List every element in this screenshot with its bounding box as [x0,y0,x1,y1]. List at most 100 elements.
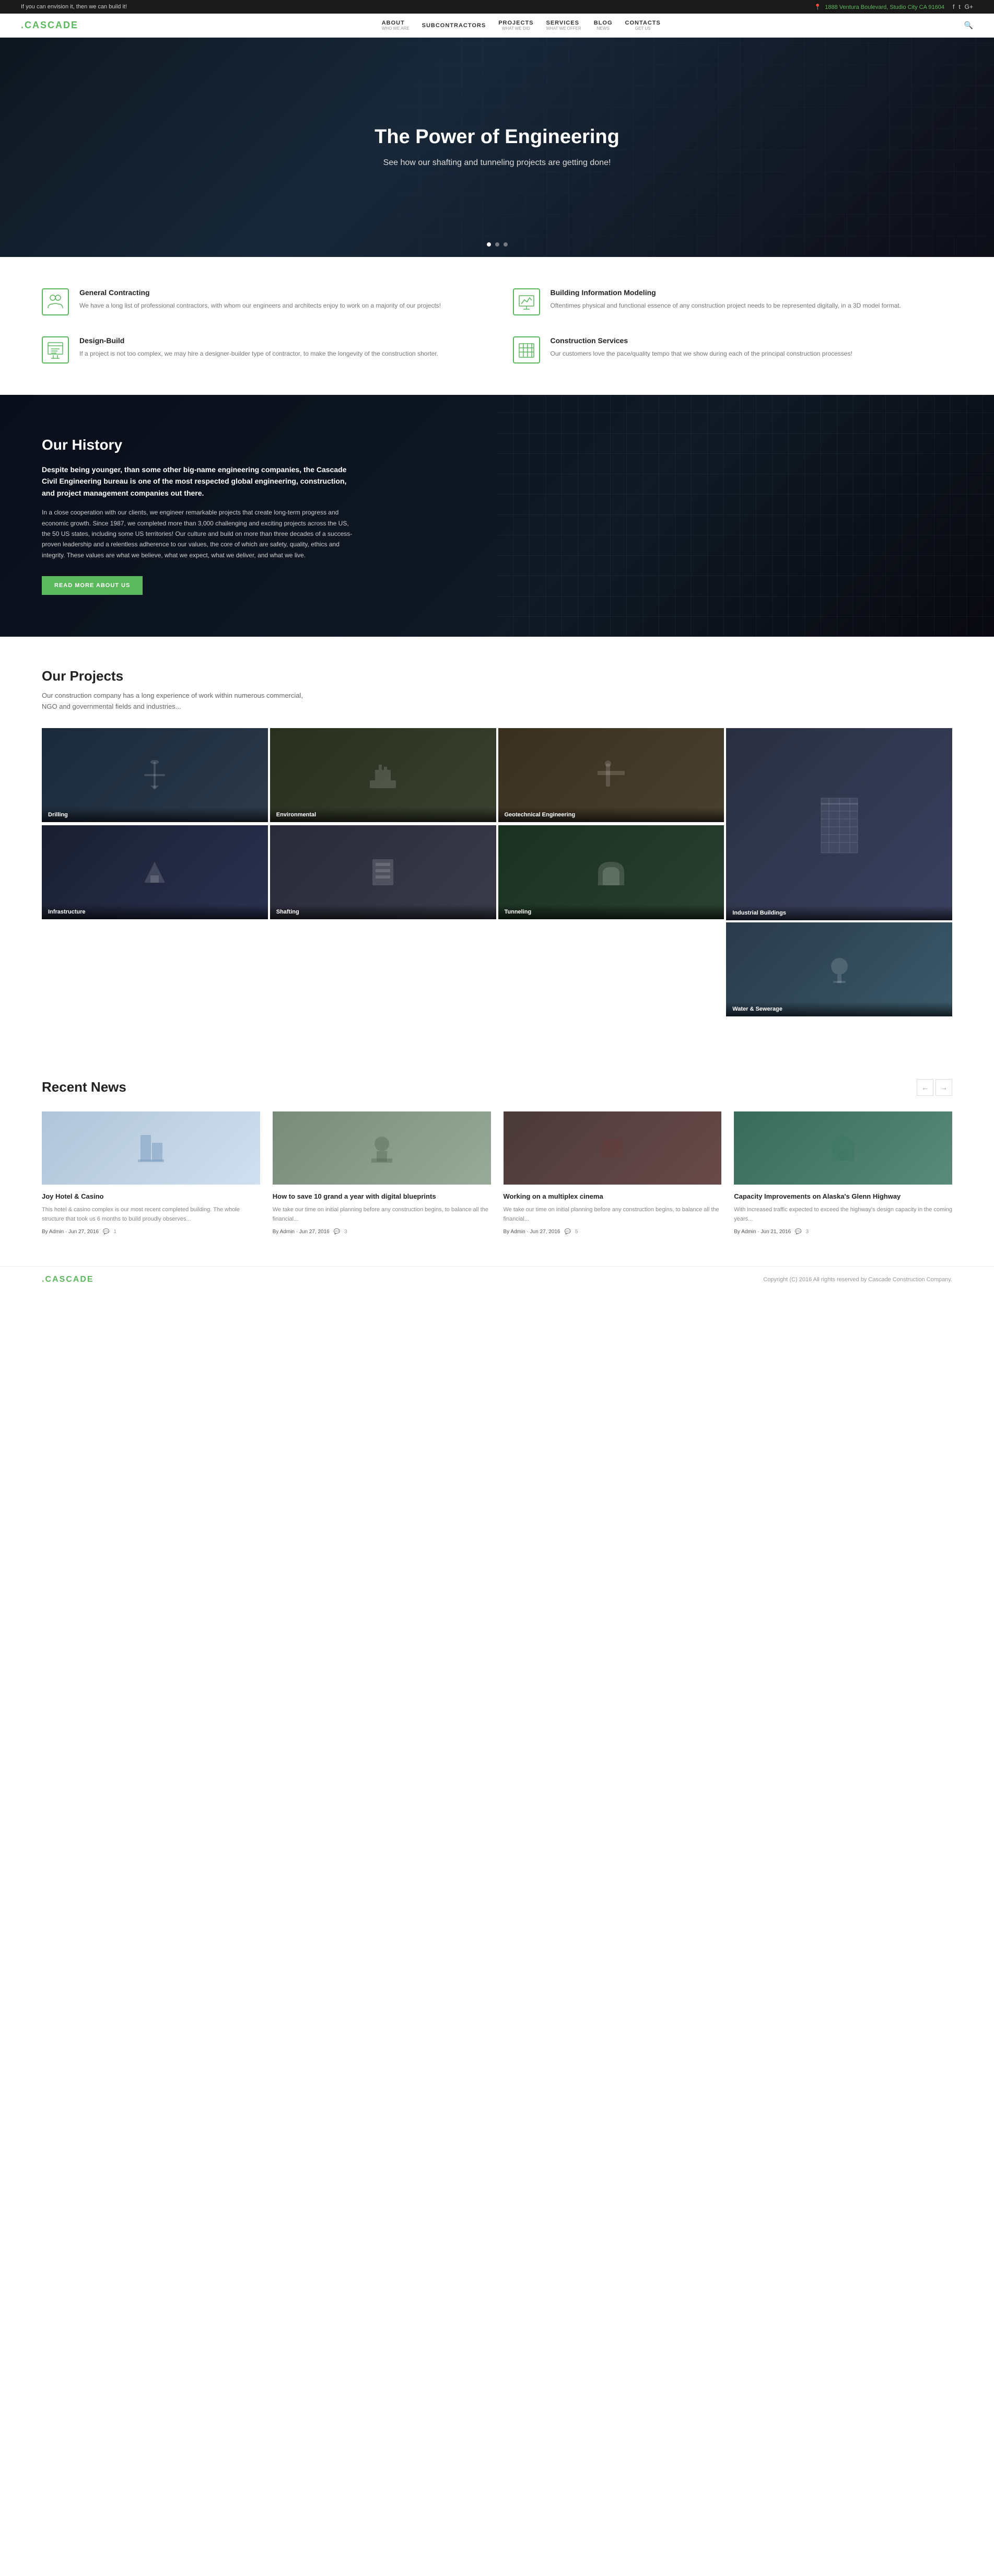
news-meta-4: By Admin · Jun 21, 2016 💬 3 [734,1229,952,1235]
service-title-design: Design-Build [79,336,438,345]
project-label-drilling: Drilling [42,807,268,822]
project-tunneling[interactable]: Tunneling [498,825,724,919]
service-title-construction: Construction Services [551,336,852,345]
hero-dot-1[interactable] [487,242,491,247]
project-shafting[interactable]: Shafting [270,825,496,919]
news-card-3[interactable]: Working on a multiplex cinema We take ou… [504,1111,722,1235]
footer-logo[interactable]: .CASCADE [42,1275,94,1284]
main-nav: ABOUTWho We Are SUBCONTRACTORS PROJECTSW… [382,20,661,31]
service-design-build: Design-Build If a project is not too com… [42,336,482,364]
project-water-row: Water & Sewerage [42,922,952,1016]
service-desc-construction: Our customers love the pace/quality temp… [551,349,852,359]
history-body: In a close cooperation with our clients,… [42,507,355,560]
footer-copyright: Copyright (C) 2016 All rights reserved b… [763,1277,952,1283]
news-desc-3: We take our time on initial planning bef… [504,1205,722,1224]
projects-grid: Drilling Environmental Ge [42,728,952,920]
news-title-3: Working on a multiplex cinema [504,1192,722,1201]
history-section: Our History Despite being younger, than … [0,395,994,637]
service-desc-bim: Oftentimes physical and functional essen… [551,301,901,311]
project-water[interactable]: Water & Sewerage [726,922,952,1016]
nav-projects[interactable]: PROJECTSWhat We Did [498,20,533,31]
news-meta-2: By Admin · Jun 27, 2016 💬 3 [273,1229,491,1235]
service-icon-monitor [513,288,540,315]
project-environmental[interactable]: Environmental [270,728,496,822]
service-icon-building [513,336,540,364]
projects-section: Our Projects Our construction company ha… [0,637,994,1048]
nav-blog[interactable]: BLOGNews [594,20,613,31]
comment-icon-2: 💬 [334,1229,340,1235]
location-icon: 📍 [814,4,821,10]
news-img-1 [42,1111,260,1185]
news-img-4 [734,1111,952,1185]
news-meta-3: By Admin · Jun 27, 2016 💬 5 [504,1229,722,1235]
project-label-infra: Infrastructure [42,905,268,919]
project-infrastructure[interactable]: Infrastructure [42,825,268,919]
address: 📍 1888 Ventura Boulevard, Studio City CA… [814,4,946,10]
news-card-4[interactable]: Capacity Improvements on Alaska's Glenn … [734,1111,952,1235]
news-card-1[interactable]: Joy Hotel & Casino This hotel & casino c… [42,1111,260,1235]
comment-icon-4: 💬 [795,1229,801,1235]
news-desc-2: We take our time on initial planning bef… [273,1205,491,1224]
service-desc-design: If a project is not too complex, we may … [79,349,438,359]
social-icons: f t G+ [953,3,973,10]
news-next-button[interactable]: → [935,1079,952,1096]
projects-subtitle: Our construction company has a long expe… [42,690,303,712]
project-label-geo: Geotechnical Engineering [498,807,724,822]
logo-dot: . [21,20,25,30]
services-section: General Contracting We have a long list … [0,257,994,395]
service-content-bim: Building Information Modeling Oftentimes… [551,288,901,311]
nav-services[interactable]: SERVICESWhat We Offer [546,20,581,31]
service-content-construction: Construction Services Our customers love… [551,336,852,359]
twitter-icon[interactable]: t [958,3,960,10]
project-geotechnical[interactable]: Geotechnical Engineering [498,728,724,822]
facebook-icon[interactable]: f [953,3,954,10]
nav-subcontractors[interactable]: SUBCONTRACTORS [422,22,486,29]
service-construction: Construction Services Our customers love… [513,336,953,364]
logo[interactable]: .CASCADE [21,20,78,31]
news-desc-4: With increased traffic expected to excee… [734,1205,952,1224]
hero-title: The Power of Engineering [375,126,619,148]
news-title-2: How to save 10 grand a year with digital… [273,1192,491,1201]
news-img-2 [273,1111,491,1185]
news-desc-1: This hotel & casino complex is our most … [42,1205,260,1224]
search-icon[interactable]: 🔍 [964,21,973,30]
project-label-tunneling: Tunneling [498,905,724,919]
history-lead: Despite being younger, than some other b… [42,464,355,499]
service-bim: Building Information Modeling Oftentimes… [513,288,953,315]
footer: .CASCADE Copyright (C) 2016 All rights r… [0,1266,994,1293]
news-prev-button[interactable]: ← [917,1079,933,1096]
project-industrial[interactable]: Industrial Buildings [726,728,952,920]
hero-dot-2[interactable] [495,242,499,247]
project-label-water: Water & Sewerage [726,1002,952,1016]
top-bar-tagline: If you can envision it, then we can buil… [21,4,127,10]
news-img-3 [504,1111,722,1185]
news-card-2[interactable]: How to save 10 grand a year with digital… [273,1111,491,1235]
project-label-industrial: Industrial Buildings [726,906,952,920]
service-icon-people [42,288,69,315]
news-header: Recent News ← → [42,1079,952,1096]
news-section: Recent News ← → Joy Hotel & Casino This … [0,1048,994,1266]
news-meta-1: By Admin · Jun 27, 2016 💬 1 [42,1229,260,1235]
project-label-env: Environmental [270,807,496,822]
service-desc-general: We have a long list of professional cont… [79,301,441,311]
comment-icon-1: 💬 [103,1229,109,1235]
hero-slider: The Power of Engineering See how our sha… [0,38,994,257]
hero-subtitle: See how our shafting and tunneling proje… [375,157,619,169]
project-drilling[interactable]: Drilling [42,728,268,822]
header: .CASCADE ABOUTWho We Are SUBCONTRACTORS … [0,14,994,38]
hero-dot-3[interactable] [504,242,508,247]
service-icon-board [42,336,69,364]
news-heading: Recent News [42,1079,126,1095]
hero-content: The Power of Engineering See how our sha… [354,126,640,169]
service-content-design: Design-Build If a project is not too com… [79,336,438,359]
nav-about[interactable]: ABOUTWho We Are [382,20,410,31]
read-more-button[interactable]: READ MORE ABOUT US [42,576,143,595]
history-content: Our History Despite being younger, than … [42,437,952,595]
service-general-contracting: General Contracting We have a long list … [42,288,482,315]
top-bar: If you can envision it, then we can buil… [0,0,994,14]
service-title-general: General Contracting [79,288,441,297]
nav-contacts[interactable]: CONTACTSGet Us [625,20,661,31]
services-grid: General Contracting We have a long list … [42,288,952,364]
project-label-shafting: Shafting [270,905,496,919]
googleplus-icon[interactable]: G+ [965,3,973,10]
